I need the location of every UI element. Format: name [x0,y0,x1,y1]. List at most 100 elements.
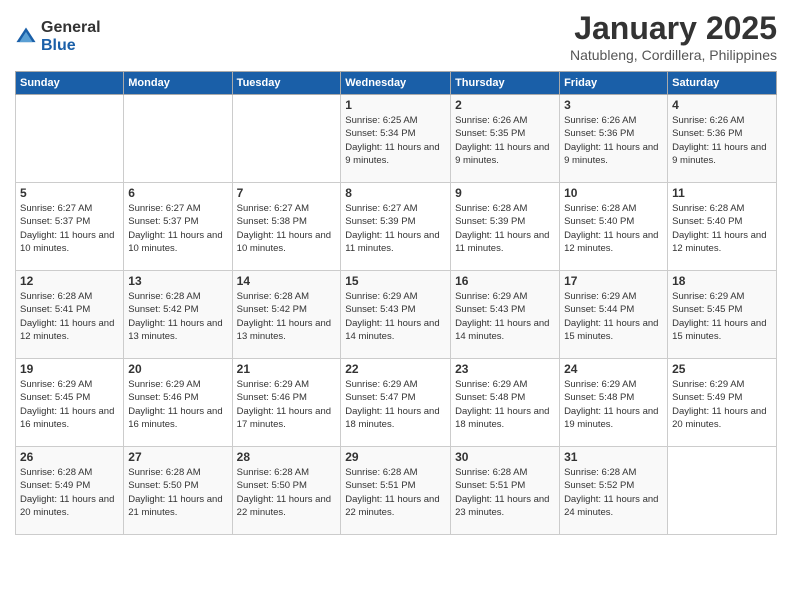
day-number: 30 [455,450,555,464]
day-number: 23 [455,362,555,376]
day-info: Sunrise: 6:27 AM Sunset: 5:37 PM Dayligh… [128,202,227,255]
col-thursday: Thursday [451,72,560,95]
calendar-cell-1-0: 5 Sunrise: 6:27 AM Sunset: 5:37 PM Daylig… [16,183,124,271]
day-number: 26 [20,450,119,464]
calendar-cell-3-2: 21 Sunrise: 6:29 AM Sunset: 5:46 PM Dayli… [232,359,341,447]
day-number: 12 [20,274,119,288]
day-info: Sunrise: 6:28 AM Sunset: 5:39 PM Dayligh… [455,202,555,255]
day-info: Sunrise: 6:29 AM Sunset: 5:48 PM Dayligh… [564,378,663,431]
col-monday: Monday [124,72,232,95]
calendar-cell-2-6: 18 Sunrise: 6:29 AM Sunset: 5:45 PM Dayli… [668,271,777,359]
calendar-body: 1Sunrise: 6:25 AM Sunset: 5:34 PM Daylig… [16,95,777,535]
header: General Blue January 2025 Natubleng, Cor… [15,10,777,63]
day-number: 11 [672,186,772,200]
calendar-cell-0-3: 1Sunrise: 6:25 AM Sunset: 5:34 PM Daylig… [341,95,451,183]
day-info: Sunrise: 6:28 AM Sunset: 5:40 PM Dayligh… [564,202,663,255]
day-number: 21 [237,362,337,376]
calendar-week-4: 19Sunrise: 6:29 AM Sunset: 5:45 PM Dayli… [16,359,777,447]
day-info: Sunrise: 6:28 AM Sunset: 5:50 PM Dayligh… [128,466,227,519]
logo: General Blue [15,19,101,54]
calendar-week-1: 1Sunrise: 6:25 AM Sunset: 5:34 PM Daylig… [16,95,777,183]
day-number: 20 [128,362,227,376]
day-number: 17 [564,274,663,288]
month-title: January 2025 [570,10,777,47]
calendar-cell-1-2: 7Sunrise: 6:27 AM Sunset: 5:38 PM Daylig… [232,183,341,271]
calendar-cell-0-4: 2 Sunrise: 6:26 AM Sunset: 5:35 PM Daylig… [451,95,560,183]
day-info: Sunrise: 6:29 AM Sunset: 5:43 PM Dayligh… [345,290,446,343]
calendar-cell-3-6: 25Sunrise: 6:29 AM Sunset: 5:49 PM Dayli… [668,359,777,447]
calendar-cell-1-1: 6Sunrise: 6:27 AM Sunset: 5:37 PM Daylig… [124,183,232,271]
day-number: 29 [345,450,446,464]
calendar-header-row: Sunday Monday Tuesday Wednesday Thursday… [16,72,777,95]
calendar-cell-4-0: 26Sunrise: 6:28 AM Sunset: 5:49 PM Dayli… [16,447,124,535]
location: Natubleng, Cordillera, Philippines [570,47,777,63]
day-info: Sunrise: 6:27 AM Sunset: 5:37 PM Dayligh… [20,202,119,255]
logo-general-text: General [41,19,101,37]
day-info: Sunrise: 6:28 AM Sunset: 5:42 PM Dayligh… [237,290,337,343]
day-number: 19 [20,362,119,376]
calendar-cell-4-4: 30 Sunrise: 6:28 AM Sunset: 5:51 PM Dayli… [451,447,560,535]
day-info: Sunrise: 6:28 AM Sunset: 5:51 PM Dayligh… [345,466,446,519]
calendar-week-3: 12 Sunrise: 6:28 AM Sunset: 5:41 PM Dayli… [16,271,777,359]
day-info: Sunrise: 6:29 AM Sunset: 5:49 PM Dayligh… [672,378,772,431]
calendar-cell-2-0: 12 Sunrise: 6:28 AM Sunset: 5:41 PM Dayli… [16,271,124,359]
day-number: 31 [564,450,663,464]
day-info: Sunrise: 6:29 AM Sunset: 5:46 PM Dayligh… [128,378,227,431]
day-info: Sunrise: 6:28 AM Sunset: 5:51 PM Dayligh… [455,466,555,519]
day-number: 16 [455,274,555,288]
day-info: Sunrise: 6:28 AM Sunset: 5:40 PM Dayligh… [672,202,772,255]
calendar-cell-4-3: 29 Sunrise: 6:28 AM Sunset: 5:51 PM Dayli… [341,447,451,535]
calendar-cell-0-0 [16,95,124,183]
calendar-cell-1-5: 10 Sunrise: 6:28 AM Sunset: 5:40 PM Dayli… [560,183,668,271]
day-number: 10 [564,186,663,200]
calendar-cell-2-3: 15 Sunrise: 6:29 AM Sunset: 5:43 PM Dayli… [341,271,451,359]
day-number: 3 [564,98,663,112]
logo-text: General Blue [41,19,101,54]
calendar-cell-3-4: 23Sunrise: 6:29 AM Sunset: 5:48 PM Dayli… [451,359,560,447]
page-container: General Blue January 2025 Natubleng, Cor… [0,0,792,612]
calendar-cell-2-1: 13Sunrise: 6:28 AM Sunset: 5:42 PM Dayli… [124,271,232,359]
day-info: Sunrise: 6:27 AM Sunset: 5:39 PM Dayligh… [345,202,446,255]
day-number: 18 [672,274,772,288]
day-number: 2 [455,98,555,112]
calendar-cell-3-1: 20 Sunrise: 6:29 AM Sunset: 5:46 PM Dayli… [124,359,232,447]
col-tuesday: Tuesday [232,72,341,95]
day-info: Sunrise: 6:26 AM Sunset: 5:35 PM Dayligh… [455,114,555,167]
day-info: Sunrise: 6:28 AM Sunset: 5:41 PM Dayligh… [20,290,119,343]
calendar-cell-4-1: 27Sunrise: 6:28 AM Sunset: 5:50 PM Dayli… [124,447,232,535]
calendar-cell-0-6: 4 Sunrise: 6:26 AM Sunset: 5:36 PM Daylig… [668,95,777,183]
day-number: 1 [345,98,446,112]
calendar-cell-0-2 [232,95,341,183]
col-wednesday: Wednesday [341,72,451,95]
day-number: 4 [672,98,772,112]
day-number: 24 [564,362,663,376]
day-number: 22 [345,362,446,376]
day-info: Sunrise: 6:28 AM Sunset: 5:42 PM Dayligh… [128,290,227,343]
day-number: 7 [237,186,337,200]
logo-blue-text: Blue [41,37,101,55]
day-number: 14 [237,274,337,288]
col-saturday: Saturday [668,72,777,95]
day-number: 28 [237,450,337,464]
calendar-cell-1-6: 11 Sunrise: 6:28 AM Sunset: 5:40 PM Dayli… [668,183,777,271]
day-info: Sunrise: 6:29 AM Sunset: 5:45 PM Dayligh… [672,290,772,343]
col-friday: Friday [560,72,668,95]
title-section: January 2025 Natubleng, Cordillera, Phil… [570,10,777,63]
day-number: 15 [345,274,446,288]
day-number: 8 [345,186,446,200]
calendar-week-2: 5 Sunrise: 6:27 AM Sunset: 5:37 PM Daylig… [16,183,777,271]
logo-icon [15,26,37,48]
day-number: 5 [20,186,119,200]
calendar-cell-0-5: 3 Sunrise: 6:26 AM Sunset: 5:36 PM Daylig… [560,95,668,183]
day-info: Sunrise: 6:29 AM Sunset: 5:46 PM Dayligh… [237,378,337,431]
calendar-cell-2-2: 14 Sunrise: 6:28 AM Sunset: 5:42 PM Dayli… [232,271,341,359]
day-info: Sunrise: 6:26 AM Sunset: 5:36 PM Dayligh… [672,114,772,167]
calendar-cell-4-5: 31 Sunrise: 6:28 AM Sunset: 5:52 PM Dayli… [560,447,668,535]
calendar-table: Sunday Monday Tuesday Wednesday Thursday… [15,71,777,535]
day-info: Sunrise: 6:26 AM Sunset: 5:36 PM Dayligh… [564,114,663,167]
calendar-header: Sunday Monday Tuesday Wednesday Thursday… [16,72,777,95]
calendar-cell-2-5: 17Sunrise: 6:29 AM Sunset: 5:44 PM Dayli… [560,271,668,359]
day-info: Sunrise: 6:28 AM Sunset: 5:52 PM Dayligh… [564,466,663,519]
calendar-cell-1-3: 8 Sunrise: 6:27 AM Sunset: 5:39 PM Daylig… [341,183,451,271]
calendar-cell-0-1 [124,95,232,183]
